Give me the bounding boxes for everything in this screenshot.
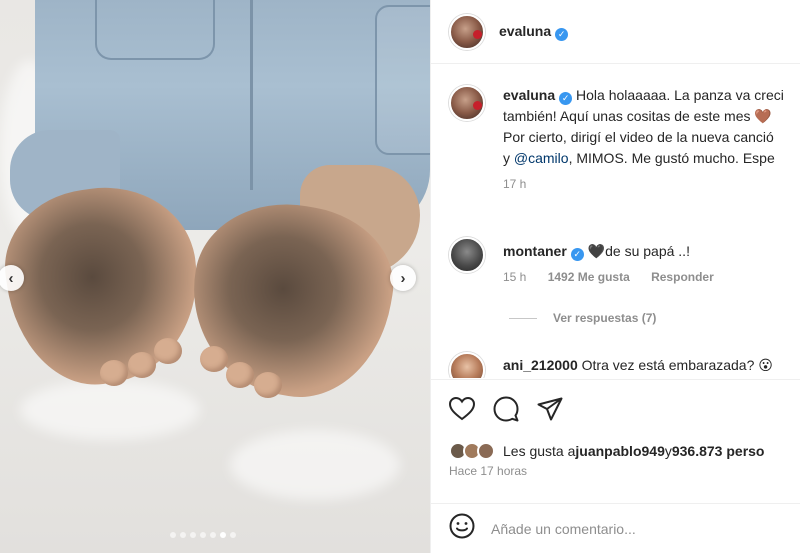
comment-text: 🖤de su papá ..! (587, 243, 690, 259)
mention-link[interactable]: @camilo (514, 150, 569, 166)
verified-badge-icon: ✓ (559, 92, 573, 105)
likes-count[interactable]: 936.873 perso (672, 443, 765, 459)
caption-text-line4-suffix: , MIMOS. Me gustó mucho. Espe (568, 150, 775, 166)
view-replies-button[interactable]: Ver respuestas (7) (509, 311, 656, 325)
caption-text-line1: Hola holaaaaa. La panza va creci (576, 87, 784, 103)
verified-badge-icon: ✓ (555, 27, 569, 41)
comment-username[interactable]: ani_212000 (503, 357, 578, 373)
carousel-dot-active (220, 532, 226, 538)
likes-prefix: Les gusta a (503, 443, 576, 459)
chevron-left-icon: ‹ (8, 269, 14, 287)
emoji-icon[interactable] (449, 513, 475, 544)
send-icon[interactable] (537, 397, 563, 421)
verified-badge-icon: ✓ (570, 248, 584, 261)
likes-middle: y (664, 443, 672, 459)
add-comment-input[interactable] (491, 520, 771, 537)
author-username[interactable]: evaluna ✓ (499, 23, 569, 41)
carousel-indicator (170, 532, 236, 538)
caption-time[interactable]: 17 h (503, 177, 526, 191)
comment-avatar[interactable] (449, 237, 485, 273)
author-avatar[interactable] (449, 13, 485, 50)
liker-avatar (477, 442, 495, 460)
comment-text: Otra vez está embarazada? 😮 (581, 357, 773, 373)
chevron-right-icon: › (400, 269, 406, 287)
post-timestamp[interactable]: Hace 17 horas (449, 464, 783, 478)
caption-username[interactable]: evaluna ✓ (503, 87, 573, 105)
carousel-dot (180, 532, 186, 538)
carousel-dot (200, 532, 206, 538)
comment-item: montaner ✓ 🖤de su papá ..! 15 h 1492 Me g… (449, 237, 732, 284)
caption-text-line2: también! Aquí unas cositas de este mes 🤎 (503, 108, 772, 124)
caption-text-line4-prefix: y (503, 150, 514, 166)
likes-summary[interactable]: Les gusta a juanpablo949 y 936.873 perso (449, 442, 783, 460)
add-comment-bar (431, 503, 800, 553)
comment-avatar[interactable] (449, 352, 485, 378)
comment-username[interactable]: montaner ✓ (503, 243, 584, 261)
carousel-dot (230, 532, 236, 538)
liker-username[interactable]: juanpablo949 (575, 443, 664, 459)
post-photo[interactable]: ‹ › (0, 0, 430, 553)
comments-list[interactable]: evaluna ✓ Hola holaaaaa. La panza va crec… (431, 65, 800, 378)
post-actions: Les gusta a juanpablo949 y 936.873 perso… (431, 379, 800, 499)
post-header: evaluna ✓ (431, 0, 800, 64)
heart-icon[interactable] (449, 397, 475, 421)
comment-reply-button[interactable]: Responder (651, 270, 714, 284)
post-side-panel: evaluna ✓ evaluna ✓ Hola holaaaaa. La panz… (430, 0, 800, 553)
caption-text-line3: Por cierto, dirigí el video de la nueva … (503, 129, 774, 145)
carousel-dot (210, 532, 216, 538)
comment-item: ani_212000 Otra vez está embarazada? 😮 (449, 352, 773, 378)
liker-avatars (449, 442, 495, 460)
carousel-next-button[interactable]: › (390, 265, 416, 291)
carousel-dot (190, 532, 196, 538)
comment-likes[interactable]: 1492 Me gusta (548, 270, 630, 284)
comment-time[interactable]: 15 h (503, 270, 526, 284)
comment-icon[interactable] (493, 396, 519, 422)
caption-avatar[interactable] (449, 85, 485, 121)
caption: evaluna ✓ Hola holaaaaa. La panza va crec… (449, 85, 784, 191)
carousel-dot (170, 532, 176, 538)
